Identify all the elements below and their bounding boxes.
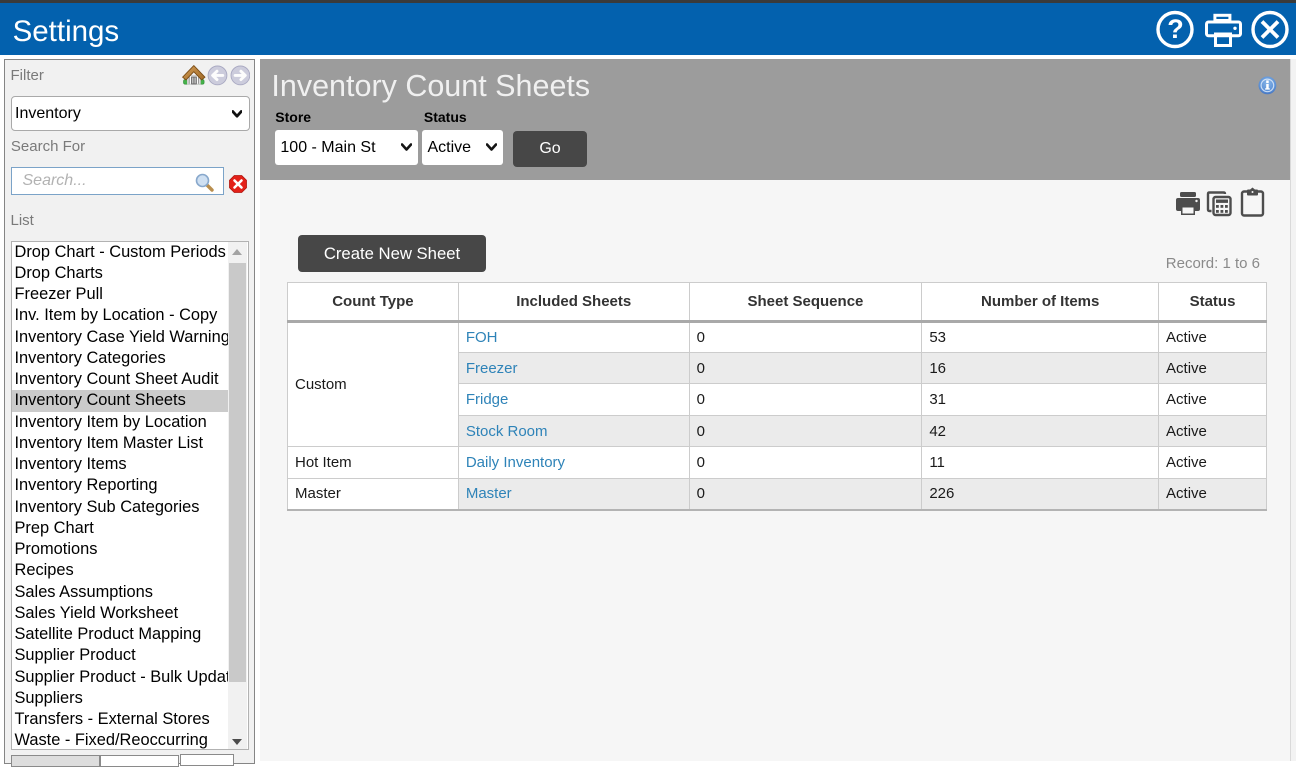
- svg-text:?: ?: [1167, 14, 1184, 44]
